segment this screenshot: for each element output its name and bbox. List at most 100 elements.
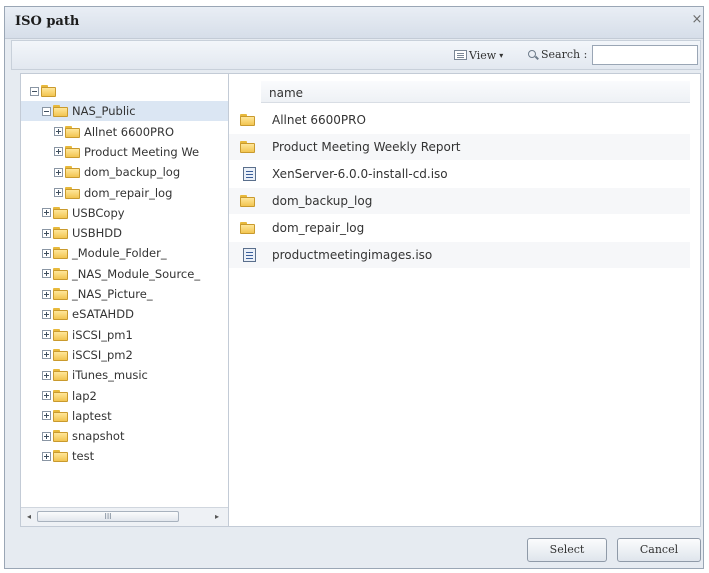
tree-item[interactable]: Product Meeting We	[54, 142, 199, 162]
folder-icon	[65, 125, 81, 138]
tree-item[interactable]: _NAS_Picture_	[42, 284, 153, 304]
expand-icon[interactable]	[42, 370, 51, 380]
tree-item[interactable]: USBCopy	[42, 203, 125, 223]
file-row[interactable]: Product Meeting Weekly Report	[229, 134, 690, 160]
tree-item[interactable]: Allnet 6600PRO	[54, 122, 174, 142]
tree-item-label: USBCopy	[72, 205, 125, 220]
folder-icon	[53, 105, 69, 118]
file-icon-cell	[229, 222, 269, 234]
select-button[interactable]: Select	[527, 538, 607, 562]
expand-icon[interactable]	[42, 391, 51, 400]
toolbar: View ▾ Search :	[11, 40, 701, 70]
file-row[interactable]: Allnet 6600PRO	[229, 107, 690, 133]
folder-icon	[53, 247, 69, 260]
tree-horizontal-scrollbar[interactable]: ◂ III ▸	[21, 507, 228, 526]
folder-tree-list: NAS_Public Allnet 6600PRO Product Meeting …	[21, 74, 228, 508]
iso-path-dialog: ISO path × View ▾ Search : NAS_Public All…	[4, 6, 704, 569]
iso-file-icon	[242, 167, 256, 181]
tree-item[interactable]: eSATAHDD	[42, 304, 134, 324]
collapse-icon[interactable]	[42, 106, 51, 116]
view-list-icon	[454, 50, 467, 60]
close-icon[interactable]: ×	[691, 13, 703, 27]
chevron-down-icon: ▾	[499, 50, 504, 60]
search-label: Search :	[541, 48, 588, 61]
view-label: View	[469, 48, 497, 62]
expand-icon[interactable]	[42, 248, 51, 258]
file-name: Allnet 6600PRO	[272, 113, 366, 127]
tree-item-label: test	[72, 449, 95, 464]
expand-icon[interactable]	[42, 411, 51, 421]
expand-icon[interactable]	[42, 309, 51, 319]
tree-item-label: dom_backup_log	[84, 165, 181, 180]
folder-icon	[65, 186, 81, 199]
scroll-right-icon[interactable]: ▸	[212, 511, 222, 523]
expand-icon[interactable]	[42, 289, 51, 299]
folder-icon	[53, 328, 69, 341]
file-row[interactable]: XenServer-6.0.0-install-cd.iso	[229, 161, 690, 187]
expand-icon[interactable]	[42, 350, 51, 360]
file-icon-cell	[229, 167, 269, 181]
tree-item[interactable]: NAS_Public	[21, 101, 228, 122]
scroll-thumb[interactable]: III	[37, 511, 179, 522]
expand-icon[interactable]	[54, 127, 63, 137]
tree-item[interactable]: laptest	[42, 406, 112, 426]
name-column-header[interactable]: name	[261, 81, 690, 103]
tree-item-label: NAS_Public	[72, 104, 136, 119]
scroll-left-icon[interactable]: ◂	[24, 511, 34, 523]
cancel-button[interactable]: Cancel	[617, 538, 701, 562]
tree-item[interactable]: iSCSI_pm2	[42, 345, 133, 365]
tree-item[interactable]: USBHDD	[42, 223, 122, 243]
folder-icon	[53, 227, 69, 240]
folder-icon	[53, 206, 69, 219]
tree-item[interactable]: _Module_Folder_	[42, 243, 167, 263]
tree-item[interactable]: snapshot	[42, 426, 124, 446]
search-input[interactable]	[592, 45, 698, 65]
file-row[interactable]: dom_backup_log	[229, 188, 690, 214]
search-icon	[528, 49, 538, 60]
tree-item-label: _NAS_Module_Source_	[72, 266, 201, 281]
search-label-group: Search :	[528, 48, 587, 61]
collapse-icon[interactable]	[30, 86, 39, 96]
tree-item-label: Product Meeting We	[84, 144, 200, 159]
tree-item[interactable]: dom_backup_log	[54, 162, 180, 182]
folder-tree: NAS_Public Allnet 6600PRO Product Meeting …	[20, 73, 229, 527]
expand-icon[interactable]	[42, 330, 51, 340]
tree-item-label: _NAS_Picture_	[72, 287, 153, 301]
folder-icon	[53, 267, 69, 280]
dialog-titlebar: ISO path ×	[5, 7, 703, 39]
view-menu-button[interactable]: View ▾	[454, 46, 503, 64]
file-row[interactable]: dom_repair_log	[229, 215, 690, 241]
tree-item-label: USBHDD	[72, 226, 122, 241]
file-name: dom_backup_log	[272, 194, 373, 208]
folder-icon	[239, 222, 256, 234]
expand-icon[interactable]	[54, 147, 63, 157]
expand-icon[interactable]	[42, 269, 51, 279]
tree-item[interactable]: dom_repair_log	[54, 183, 172, 203]
tree-item[interactable]: test	[42, 446, 94, 466]
expand-icon[interactable]	[54, 188, 63, 197]
dialog-title: ISO path	[15, 14, 80, 29]
expand-icon[interactable]	[42, 228, 51, 238]
tree-item[interactable]: iSCSI_pm1	[42, 325, 133, 345]
folder-icon	[53, 450, 69, 463]
file-row[interactable]: productmeetingimages.iso	[229, 242, 690, 268]
tree-item-label: eSATAHDD	[72, 307, 134, 322]
folder-icon	[239, 114, 256, 126]
expand-icon[interactable]	[42, 208, 51, 218]
expand-icon[interactable]	[42, 431, 51, 441]
tree-item[interactable]: iTunes_music	[42, 365, 148, 385]
tree-item-label: dom_repair_log	[84, 185, 173, 200]
tree-item-label: laptest	[72, 408, 112, 423]
tree-item-label: Allnet 6600PRO	[84, 124, 175, 139]
tree-item[interactable]: lap2	[42, 386, 97, 406]
tree-item[interactable]	[30, 81, 60, 101]
iso-file-icon	[242, 248, 256, 262]
folder-icon	[41, 85, 57, 97]
expand-icon[interactable]	[54, 167, 63, 177]
file-name: Product Meeting Weekly Report	[272, 140, 461, 154]
folder-icon	[65, 145, 81, 158]
tree-item-label: iSCSI_pm2	[72, 347, 133, 362]
expand-icon[interactable]	[42, 451, 51, 461]
folder-icon	[53, 369, 69, 382]
tree-item[interactable]: _NAS_Module_Source_	[42, 264, 200, 284]
